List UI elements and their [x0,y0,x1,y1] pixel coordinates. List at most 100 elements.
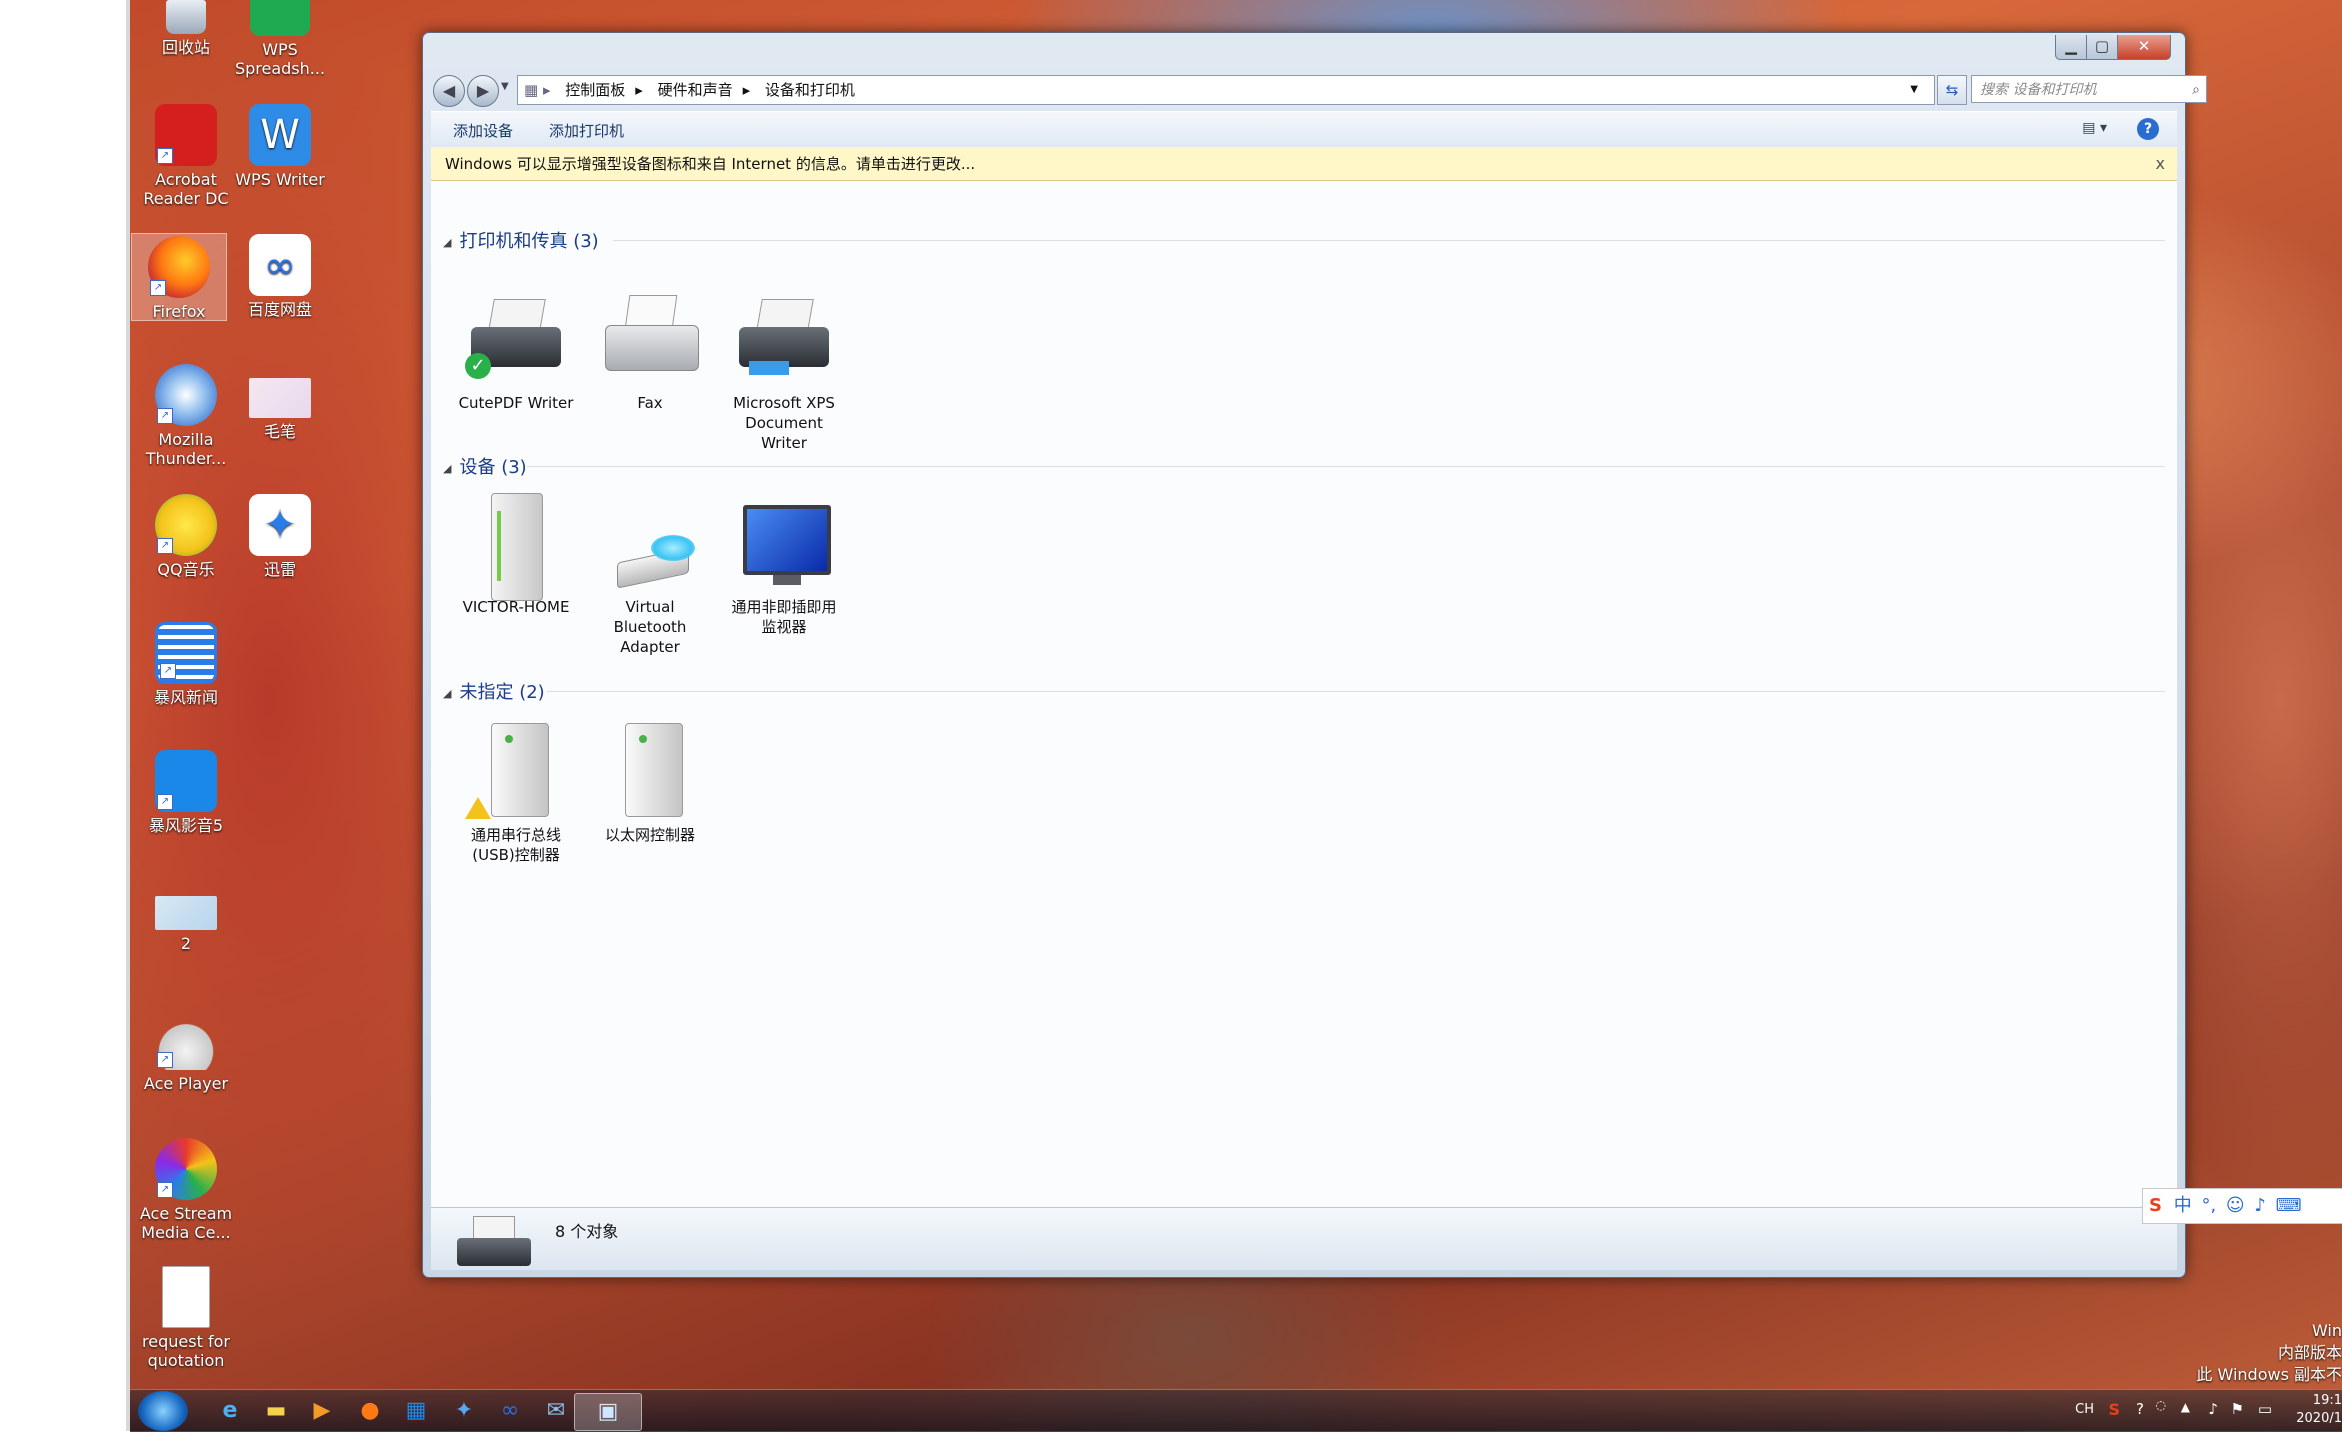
close-button[interactable]: ✕ [2117,35,2171,60]
desktop-icon-recycle-bin[interactable]: 回收站 [138,0,234,57]
ime-mode-label[interactable]: 中 [2174,1195,2192,1216]
breadcrumb-hardware-sound[interactable]: 硬件和声音 [658,81,733,99]
recent-pages-dropdown-icon[interactable]: ▼ [501,81,509,92]
maximize-button[interactable]: ▢ [2086,35,2118,60]
network-icon[interactable]: ▭ [2258,1400,2272,1418]
device-fax[interactable]: Fax [585,289,715,413]
computer-tower-icon [461,491,571,601]
breadcrumb-control-panel[interactable]: 控制面板 [565,81,625,99]
collapse-triangle-icon[interactable]: ◢ [443,462,451,475]
back-button[interactable]: ◀ [433,75,465,107]
punctuation-icon[interactable]: °, [2201,1195,2216,1216]
desktop-icon-wps-writer[interactable]: W WPS Writer [232,104,328,189]
device-cutepdf-writer[interactable]: ✓ CutePDF Writer [451,289,581,413]
watermark-line: Win [2311,1321,2342,1340]
breadcrumb[interactable]: ▦ ▸ 控制面板 ▸ 硬件和声音 ▸ 设备和打印机 ▼ [517,75,1935,105]
group-header-label: 未指定 (2) [459,682,545,703]
devices-view: ◢ 打印机和传真 (3) ✓ CutePDF Writer Fax Micros… [431,181,2177,1207]
shortcut-arrow-icon: ↗ [157,794,173,810]
desktop-icon-ace-player[interactable]: ↗ Ace Player [138,1008,234,1093]
warning-icon [465,797,491,819]
clock-date: 2020/1 [2296,1411,2342,1426]
desktop-icon-baidu-netdisk[interactable]: ∞ 百度网盘 [232,234,328,319]
desktop-icon-image-2[interactable]: 2 [138,880,234,953]
volume-icon[interactable]: ♪ [2208,1400,2218,1418]
group-header-unspecified[interactable]: ◢ 未指定 (2) [443,678,2165,704]
show-hidden-icons-icon[interactable]: ▲ [2181,1400,2190,1414]
tray-sogou-icon[interactable]: S [2108,1400,2120,1419]
search-input[interactable]: 搜索 设备和打印机 ⌕ [1971,75,2207,103]
sogou-icon[interactable]: S [2149,1195,2162,1216]
device-bluetooth-adapter[interactable]: Virtual Bluetooth Adapter [585,491,715,657]
shortcut-arrow-icon: ↗ [150,280,166,296]
refresh-button[interactable]: ⇆ [1937,75,1967,105]
device-label: Fax [637,394,663,412]
address-dropdown-icon[interactable]: ▼ [1910,76,1918,104]
device-label: Microsoft XPS Document Writer [733,394,835,452]
taskbar-devices-printers-icon[interactable]: ▣ [574,1393,642,1431]
emoji-icon[interactable]: ☺ [2226,1195,2245,1216]
start-button[interactable] [138,1391,188,1431]
device-label: 通用串行总线 (USB)控制器 [470,826,561,864]
desktop-icon-firefox[interactable]: ↗ Firefox [131,233,227,321]
microphone-icon[interactable]: ♪ [2254,1195,2266,1216]
desktop-icon-label: QQ音乐 [157,560,215,579]
help-icon[interactable]: ? [2137,118,2159,140]
action-center-flag-icon[interactable]: ⚑ [2231,1400,2244,1418]
desktop-icon-label: 回收站 [161,38,210,57]
ime-toolbar[interactable]: S 中 °, ☺ ♪ ⌨ [2142,1188,2342,1224]
device-victor-home[interactable]: VICTOR-HOME [451,491,581,617]
desktop-icon-acrobat-reader[interactable]: ↗ Acrobat Reader DC [138,104,234,208]
desktop-icon-label: 毛笔 [263,422,296,441]
device-usb-controller[interactable]: 通用串行总线 (USB)控制器 [451,721,581,865]
desktop-icon-label: Ace Player [143,1074,229,1093]
desktop-icon-wps-spreadsheet[interactable]: WPS Spreadsh... [232,0,328,78]
command-bar: 添加设备 添加打印机 ▤ ▾ ? [431,111,2177,149]
clock[interactable]: 19:1 2020/1 [2290,1392,2342,1428]
add-printer-button[interactable]: 添加打印机 [549,120,624,141]
info-bar-text: Windows 可以显示增强型设备图标和来自 Internet 的信息。请单击进… [445,155,976,173]
collapse-triangle-icon[interactable]: ◢ [443,687,451,700]
forward-button[interactable]: ▶ [467,75,499,107]
keyboard-icon[interactable]: ⌨ [2276,1195,2302,1216]
desktop-icon-label: Acrobat Reader DC [143,170,229,208]
watermark-line: 内部版本 [2277,1343,2342,1362]
taskbar: e ▬ ▶ ● ▦ ✦ ∞ ✉ ▣ CH S ? ◌ ▲ ♪ ⚑ ▭ 19:1 … [130,1389,2342,1432]
desktop-icon-baofeng-news[interactable]: ↗ 暴风新闻 [138,622,234,707]
group-header-printers[interactable]: ◢ 打印机和传真 (3) [443,227,2165,253]
language-indicator[interactable]: CH [2075,1402,2094,1417]
clock-time: 19:1 [2312,1393,2342,1408]
desktop-icon-qq-music[interactable]: ↗ QQ音乐 [138,494,234,579]
desktop-icon-baofeng-player[interactable]: ↗ 暴风影音5 [138,750,234,835]
add-device-button[interactable]: 添加设备 [453,120,513,141]
baofeng-player-icon: ↗ [155,750,217,812]
image-thumbnail-icon [155,896,217,930]
desktop-icon-ace-stream[interactable]: ↗ Ace Stream Media Ce... [138,1138,234,1242]
device-microsoft-xps[interactable]: Microsoft XPS Document Writer [719,289,849,453]
device-generic-monitor[interactable]: 通用非即插即用 监视器 [719,491,849,637]
info-bar[interactable]: Windows 可以显示增强型设备图标和来自 Internet 的信息。请单击进… [431,147,2177,181]
qq-music-icon: ↗ [155,494,217,556]
group-header-devices[interactable]: ◢ 设备 (3) [443,453,2165,479]
desktop-icon-label: 暴风新闻 [153,688,218,707]
desktop-icon-xunlei[interactable]: ✦ 迅雷 [232,494,328,579]
info-bar-close-icon[interactable]: x [2156,147,2165,181]
usb-bluetooth-icon [595,491,705,591]
desktop-icon-label: 百度网盘 [247,300,312,319]
breadcrumb-devices-printers[interactable]: 设备和打印机 [765,81,855,99]
tray-signal-icon[interactable]: ◌ [2156,1398,2166,1412]
fax-icon [595,289,705,389]
tray-help-icon[interactable]: ? [2136,1400,2144,1418]
desktop-icon-document[interactable]: request for quotation [138,1266,234,1370]
desktop-icon-thunderbird[interactable]: ↗ Mozilla Thunder... [138,364,234,468]
change-view-button[interactable]: ▤ ▾ [2082,120,2107,136]
device-ethernet-controller[interactable]: 以太网控制器 [585,721,715,845]
brush-image-icon [249,378,311,418]
collapse-triangle-icon[interactable]: ◢ [443,236,451,249]
wps-spreadsheet-icon [250,0,310,36]
desktop-icon-label: 2 [180,934,192,953]
device-label: 以太网控制器 [604,826,695,844]
desktop-icon-brush[interactable]: 毛笔 [232,364,328,441]
minimize-button[interactable]: ▁ [2055,35,2087,60]
acrobat-icon: ↗ [155,104,217,166]
